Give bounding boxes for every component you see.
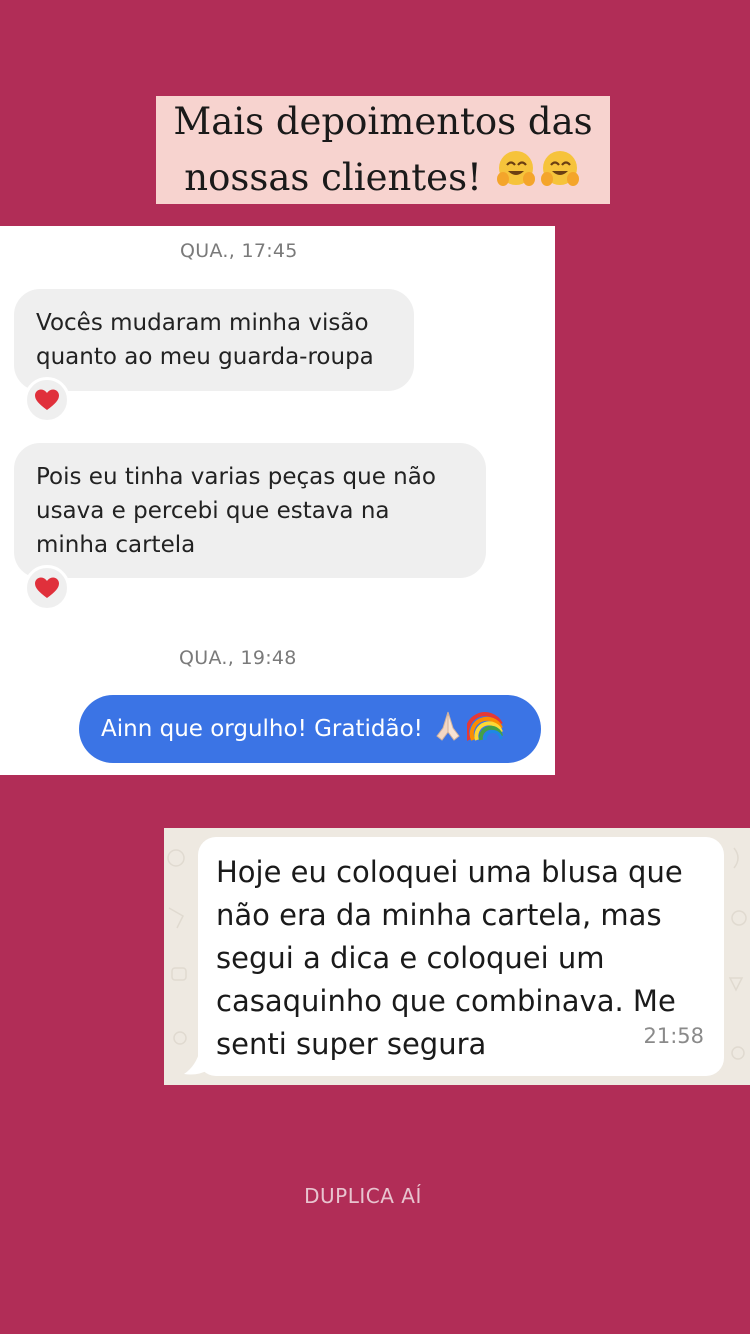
chat-screenshot-whatsapp: Hoje eu coloquei uma blusa que não era d… bbox=[164, 828, 750, 1085]
title-line-2-text: nossas clientes! bbox=[184, 156, 482, 199]
message-time: 21:58 bbox=[643, 1024, 704, 1048]
title-line-1: Mais depoimentos das bbox=[173, 100, 593, 143]
title-line-2: nossas clientes! bbox=[184, 146, 581, 202]
rainbow-icon bbox=[465, 710, 503, 748]
outgoing-message-bubble[interactable]: Ainn que orgulho! Gratidão! bbox=[79, 695, 541, 763]
hugging-face-icon bbox=[494, 151, 582, 199]
heart-reaction-icon bbox=[24, 565, 70, 611]
title-box: Mais depoimentos das nossas clientes! bbox=[156, 96, 610, 204]
incoming-message-bubble[interactable]: Pois eu tinha varias peças que não usava… bbox=[14, 443, 486, 578]
outgoing-message-text: Ainn que orgulho! Gratidão! bbox=[101, 716, 423, 742]
chat-screenshot-instagram: QUA., 17:45 Vocês mudaram minha visão qu… bbox=[0, 226, 555, 775]
timestamp: QUA., 19:48 bbox=[179, 647, 297, 669]
timestamp: QUA., 17:45 bbox=[180, 240, 298, 262]
message-text: Hoje eu coloquei uma blusa que não era d… bbox=[216, 855, 683, 1061]
incoming-message-bubble[interactable]: Hoje eu coloquei uma blusa que não era d… bbox=[198, 837, 724, 1076]
heart-reaction-icon bbox=[24, 377, 70, 423]
incoming-message-bubble[interactable]: Vocês mudaram minha visão quanto ao meu … bbox=[14, 289, 414, 391]
footer-text: DUPLICA AÍ bbox=[304, 1184, 422, 1208]
folded-hands-icon bbox=[433, 710, 463, 748]
